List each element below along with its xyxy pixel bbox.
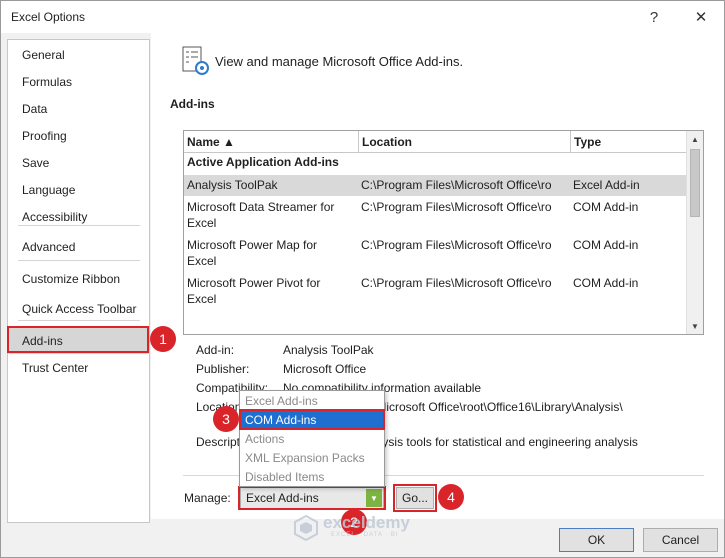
addin-type: COM Add-in: [573, 238, 639, 252]
table-row[interactable]: Microsoft Data Streamer for Excel C:\Pro…: [184, 197, 687, 235]
help-button[interactable]: ?: [640, 5, 668, 29]
dropdown-option-disabled-items[interactable]: Disabled Items: [241, 468, 383, 487]
table-row[interactable]: Microsoft Power Map for Excel C:\Program…: [184, 235, 687, 273]
sidebar-item-add-ins[interactable]: Add-ins: [8, 328, 149, 354]
table-row[interactable]: Analysis ToolPak C:\Program Files\Micros…: [184, 175, 687, 196]
go-button[interactable]: Go...: [396, 487, 434, 509]
step-badge-1: 1: [150, 326, 176, 352]
window-title: Excel Options: [11, 10, 86, 24]
sidebar-item-proofing[interactable]: Proofing: [8, 123, 149, 149]
sidebar-divider: [18, 320, 140, 321]
cancel-button[interactable]: Cancel: [643, 528, 718, 552]
sidebar-item-advanced[interactable]: Advanced: [8, 234, 149, 260]
watermark-icon: [294, 515, 318, 541]
watermark-logo: exceldemy EXCEL · DATA · BI: [293, 513, 433, 543]
watermark-subtext: EXCEL · DATA · BI: [331, 532, 399, 538]
addin-name: Microsoft Power Pivot for: [187, 276, 321, 290]
sidebar-divider: [18, 260, 140, 261]
section-title: Add-ins: [170, 97, 215, 111]
addin-type: Excel Add-in: [573, 178, 640, 192]
addin-name: Microsoft Data Streamer for: [187, 200, 335, 214]
sidebar-item-accessibility[interactable]: Accessibility: [8, 204, 149, 230]
addin-type: COM Add-in: [573, 200, 639, 214]
sidebar-item-formulas[interactable]: Formulas: [8, 69, 149, 95]
scroll-thumb[interactable]: [690, 149, 700, 217]
add-ins-settings-icon: [182, 46, 209, 75]
sidebar-divider: [18, 225, 140, 226]
detail-publisher-label: Publisher:: [196, 362, 250, 376]
addin-location: C:\Program Files\Microsoft Office\ro: [361, 178, 552, 192]
watermark-text: exceldemy: [323, 513, 410, 532]
sidebar-item-customize-ribbon[interactable]: Customize Ribbon: [8, 266, 149, 292]
addin-name-cont: Excel: [187, 292, 217, 306]
sidebar-item-language[interactable]: Language: [8, 177, 149, 203]
table-row[interactable]: Microsoft Power Pivot for Excel C:\Progr…: [184, 273, 687, 311]
detail-addin-label: Add-in:: [196, 343, 235, 357]
ok-button[interactable]: OK: [559, 528, 634, 552]
title-bar: Excel Options ? ✕: [1, 1, 724, 33]
dropdown-option-excel-add-ins[interactable]: Excel Add-ins: [241, 392, 383, 411]
step-badge-3: 3: [213, 406, 239, 432]
dropdown-option-actions[interactable]: Actions: [241, 430, 383, 449]
scroll-up-icon[interactable]: ▲: [687, 131, 703, 147]
addin-location: C:\Program Files\Microsoft Office\ro: [361, 238, 552, 252]
manage-label: Manage:: [184, 491, 231, 505]
sidebar-item-quick-access-toolbar[interactable]: Quick Access Toolbar: [8, 296, 149, 322]
sidebar-item-save[interactable]: Save: [8, 150, 149, 176]
addin-location: C:\Program Files\Microsoft Office\ro: [361, 200, 552, 214]
close-button[interactable]: ✕: [687, 5, 715, 29]
addin-name-cont: Excel: [187, 254, 217, 268]
manage-select-value: Excel Add-ins: [246, 491, 319, 505]
detail-addin-value: Analysis ToolPak: [283, 343, 374, 357]
group-label-active: Active Application Add-ins: [187, 155, 339, 169]
addin-name-cont: Excel: [187, 216, 217, 230]
scroll-down-icon[interactable]: ▼: [687, 318, 703, 334]
addin-name: Microsoft Power Map for: [187, 238, 318, 252]
addin-type: COM Add-in: [573, 276, 639, 290]
sidebar-item-trust-center[interactable]: Trust Center: [8, 355, 149, 381]
column-header-location[interactable]: Location: [359, 131, 571, 153]
step-badge-4: 4: [438, 484, 464, 510]
page-heading: View and manage Microsoft Office Add-ins…: [215, 54, 464, 69]
table-scrollbar[interactable]: ▲ ▼: [686, 131, 703, 334]
sidebar: General Formulas Data Proofing Save Lang…: [7, 39, 150, 523]
dropdown-option-com-add-ins[interactable]: COM Add-ins: [241, 411, 383, 430]
dropdown-option-xml-expansion-packs[interactable]: XML Expansion Packs: [241, 449, 383, 468]
column-header-type[interactable]: Type: [571, 131, 687, 153]
manage-dropdown-list: Excel Add-ins COM Add-ins Actions XML Ex…: [239, 390, 385, 487]
addin-location: C:\Program Files\Microsoft Office\ro: [361, 276, 552, 290]
detail-publisher-value: Microsoft Office: [283, 362, 367, 376]
addin-name: Analysis ToolPak: [187, 178, 278, 192]
manage-select[interactable]: Excel Add-ins ▼: [240, 487, 384, 509]
sidebar-item-general[interactable]: General: [8, 42, 149, 68]
dropdown-arrow-icon[interactable]: ▼: [366, 489, 382, 507]
excel-options-dialog: Excel Options ? ✕ General Formulas Data …: [0, 0, 725, 558]
sidebar-item-data[interactable]: Data: [8, 96, 149, 122]
add-ins-table: Name ▲ Location Type Active Application …: [183, 130, 704, 335]
column-header-name[interactable]: Name ▲: [184, 131, 359, 153]
